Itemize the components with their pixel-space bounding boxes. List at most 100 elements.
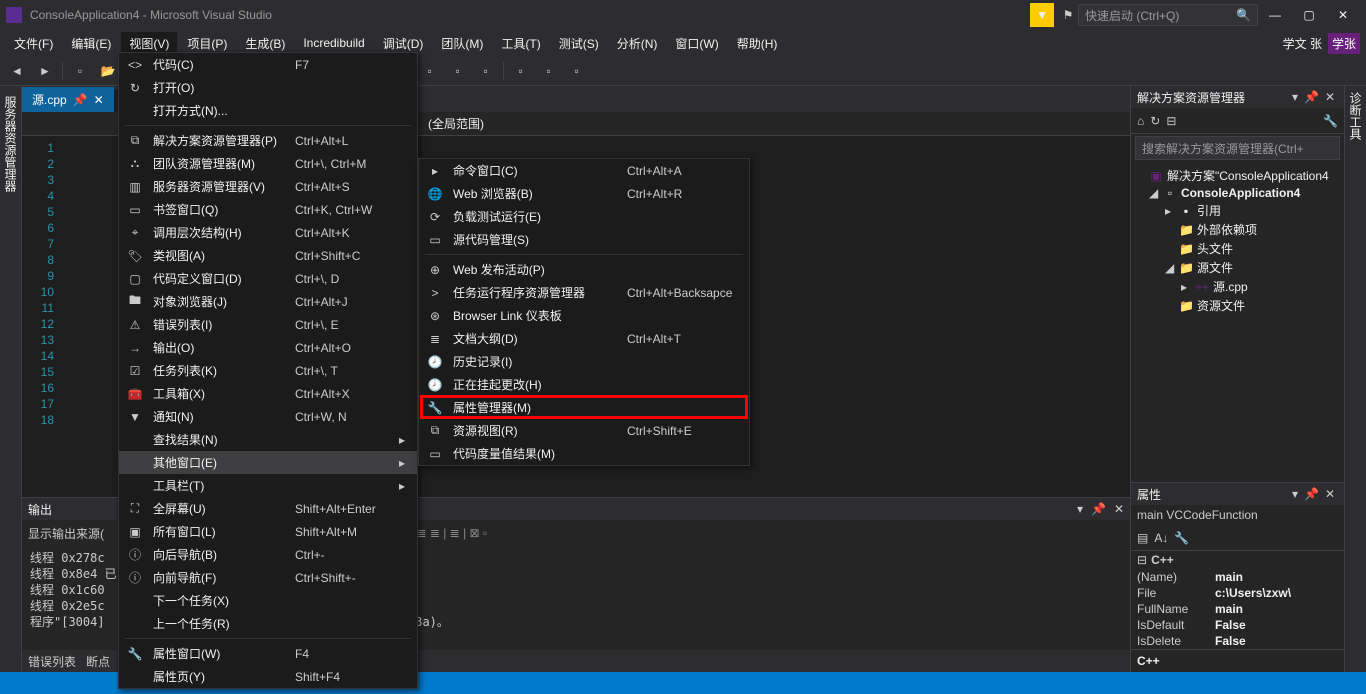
nav-fwd-button[interactable]: ►	[34, 60, 56, 82]
headers-node[interactable]: 📁头文件	[1135, 239, 1340, 258]
alpha-icon[interactable]: A↓	[1154, 531, 1168, 545]
menu-item[interactable]: <>代码(C)F7	[119, 53, 417, 76]
menu-12[interactable]: 帮助(H)	[729, 32, 786, 55]
user-name[interactable]: 学文 张	[1283, 35, 1322, 52]
maximize-button[interactable]: ▢	[1292, 8, 1326, 22]
menu-10[interactable]: 分析(N)	[609, 32, 666, 55]
menu-0[interactable]: 文件(F)	[6, 32, 61, 55]
solution-search[interactable]: 搜索解决方案资源管理器(Ctrl+	[1135, 136, 1340, 160]
dropdown-icon[interactable]: ▾	[1289, 487, 1301, 501]
menu-item[interactable]: ⚠错误列表(I)Ctrl+\, E	[119, 313, 417, 336]
menu-item[interactable]: ⧉资源视图(R)Ctrl+Shift+E	[419, 419, 749, 442]
categorized-icon[interactable]: ▤	[1137, 531, 1148, 545]
menu-item[interactable]: ▼通知(N)Ctrl+W, N	[119, 405, 417, 428]
menu-item[interactable]: 🔧属性管理器(M)	[419, 396, 749, 419]
close-icon[interactable]: ✕	[1322, 487, 1338, 501]
menu-item[interactable]: ▢代码定义窗口(D)Ctrl+\, D	[119, 267, 417, 290]
menu-item[interactable]: ⛬团队资源管理器(M)Ctrl+\, Ctrl+M	[119, 152, 417, 175]
nav-back-button[interactable]: ◄	[6, 60, 28, 82]
menu-1[interactable]: 编辑(E)	[63, 32, 119, 55]
menu-item[interactable]: ▸命令窗口(C)Ctrl+Alt+A	[419, 159, 749, 182]
prop-row[interactable]: Filec:\Users\zxw\	[1131, 585, 1344, 601]
menu-item[interactable]: ⓘ向前导航(F)Ctrl+Shift+-	[119, 566, 417, 589]
pin-icon[interactable]: 📌	[1301, 487, 1322, 501]
tb-icon[interactable]: ▫	[447, 60, 469, 82]
prop-row[interactable]: IsDefaultFalse	[1131, 617, 1344, 633]
minimize-button[interactable]: —	[1258, 8, 1292, 22]
error-list-tab[interactable]: 错误列表	[28, 653, 76, 670]
dropdown-icon[interactable]: ▾	[1077, 502, 1083, 516]
menu-9[interactable]: 测试(S)	[551, 32, 607, 55]
tb-icon[interactable]: ▫	[510, 60, 532, 82]
menu-8[interactable]: 工具(T)	[493, 32, 548, 55]
menu-item[interactable]: ⟳负载测试运行(E)	[419, 205, 749, 228]
menu-item[interactable]: ▭源代码管理(S)	[419, 228, 749, 251]
menu-item[interactable]: 🔧属性窗口(W)F4	[119, 642, 417, 665]
solution-node[interactable]: ▣解决方案"ConsoleApplication4	[1135, 166, 1340, 185]
menu-item[interactable]: ⛶全屏幕(U)Shift+Alt+Enter	[119, 497, 417, 520]
dropdown-icon[interactable]: ▾	[1289, 90, 1301, 104]
refresh-icon[interactable]: ↻	[1150, 114, 1160, 128]
menu-item[interactable]: >任务运行程序资源管理器Ctrl+Alt+Backsapce	[419, 281, 749, 304]
menu-item[interactable]: 🕗历史记录(I)	[419, 350, 749, 373]
refs-node[interactable]: ▸▪引用	[1135, 201, 1340, 220]
project-node[interactable]: ◢▫ConsoleApplication4	[1135, 185, 1340, 201]
prop-category[interactable]: ⊟C++	[1131, 551, 1344, 569]
menu-item[interactable]: ⌖调用层次结构(H)Ctrl+Alt+K	[119, 221, 417, 244]
menu-item[interactable]: 上一个任务(R)	[119, 612, 417, 635]
menu-11[interactable]: 窗口(W)	[667, 32, 726, 55]
menu-item[interactable]: 🏷类视图(A)Ctrl+Shift+C	[119, 244, 417, 267]
menu-item[interactable]: 打开方式(N)...	[119, 99, 417, 122]
user-badge[interactable]: 学张	[1328, 33, 1360, 54]
menu-item[interactable]: 其他窗口(E)▸	[119, 451, 417, 474]
menu-5[interactable]: Incredibuild	[295, 33, 372, 53]
menu-item[interactable]: →输出(O)Ctrl+Alt+O	[119, 336, 417, 359]
menu-item[interactable]: 下一个任务(X)	[119, 589, 417, 612]
tb-icon[interactable]: ▫	[475, 60, 497, 82]
collapse-icon[interactable]: ⊟	[1166, 114, 1176, 128]
menu-item[interactable]: 属性页(Y)Shift+F4	[119, 665, 417, 688]
prop-row[interactable]: (Name)main	[1131, 569, 1344, 585]
menu-item[interactable]: 工具栏(T)▸	[119, 474, 417, 497]
right-side-tab[interactable]: 诊断工具	[1344, 86, 1366, 672]
menu-item[interactable]: ▭书签窗口(Q)Ctrl+K, Ctrl+W	[119, 198, 417, 221]
editor-tab-active[interactable]: 源.cpp 📌 ✕	[22, 87, 114, 112]
notification-icon[interactable]: ▼	[1030, 3, 1054, 27]
close-icon[interactable]: ✕	[1322, 90, 1338, 104]
feedback-icon[interactable]: ⚑	[1058, 8, 1078, 22]
menu-item[interactable]: 🧰工具箱(X)Ctrl+Alt+X	[119, 382, 417, 405]
close-icon[interactable]: ✕	[1114, 502, 1124, 516]
pin-icon[interactable]: 📌	[73, 93, 88, 107]
res-node[interactable]: 📁资源文件	[1135, 296, 1340, 315]
breakpoints-tab[interactable]: 断点	[86, 653, 110, 670]
menu-item[interactable]: ▣所有窗口(L)Shift+Alt+M	[119, 520, 417, 543]
wrench-icon[interactable]: 🔧	[1323, 114, 1338, 128]
menu-item[interactable]: ▭代码度量值结果(M)	[419, 442, 749, 465]
tb-icon[interactable]: ▫	[566, 60, 588, 82]
source-file[interactable]: ▸++源.cpp	[1135, 277, 1340, 296]
tb-icon[interactable]: ▫	[419, 60, 441, 82]
prop-row[interactable]: FullNamemain	[1131, 601, 1344, 617]
left-side-tab[interactable]: 服务器资源管理器	[0, 86, 22, 672]
quick-launch-input[interactable]: 快速启动 (Ctrl+Q) 🔍	[1078, 4, 1258, 26]
menu-item[interactable]: 🕗正在挂起更改(H)	[419, 373, 749, 396]
prop-row[interactable]: IsDeleteFalse	[1131, 633, 1344, 649]
menu-item[interactable]: ▥服务器资源管理器(V)Ctrl+Alt+S	[119, 175, 417, 198]
extdep-node[interactable]: 📁外部依赖项	[1135, 220, 1340, 239]
new-button[interactable]: ▫	[69, 60, 91, 82]
menu-7[interactable]: 团队(M)	[433, 32, 491, 55]
menu-item[interactable]: 查找结果(N)▸	[119, 428, 417, 451]
open-button[interactable]: 📂	[97, 60, 119, 82]
server-explorer-tab[interactable]: 服务器资源管理器	[0, 90, 21, 198]
close-button[interactable]: ✕	[1326, 8, 1360, 22]
menu-item[interactable]: ↻打开(O)	[119, 76, 417, 99]
pin-icon[interactable]: 📌	[1091, 502, 1106, 516]
menu-item[interactable]: ⊕Web 发布活动(P)	[419, 258, 749, 281]
sources-node[interactable]: ◢📁源文件	[1135, 258, 1340, 277]
pin-icon[interactable]: 📌	[1301, 90, 1322, 104]
props-object[interactable]: main VCCodeFunction	[1131, 505, 1344, 525]
scope-dropdown[interactable]: (全局范围)	[428, 115, 484, 132]
menu-item[interactable]: ☑任务列表(K)Ctrl+\, T	[119, 359, 417, 382]
close-icon[interactable]: ✕	[94, 93, 104, 107]
wrench-icon[interactable]: 🔧	[1174, 531, 1189, 545]
